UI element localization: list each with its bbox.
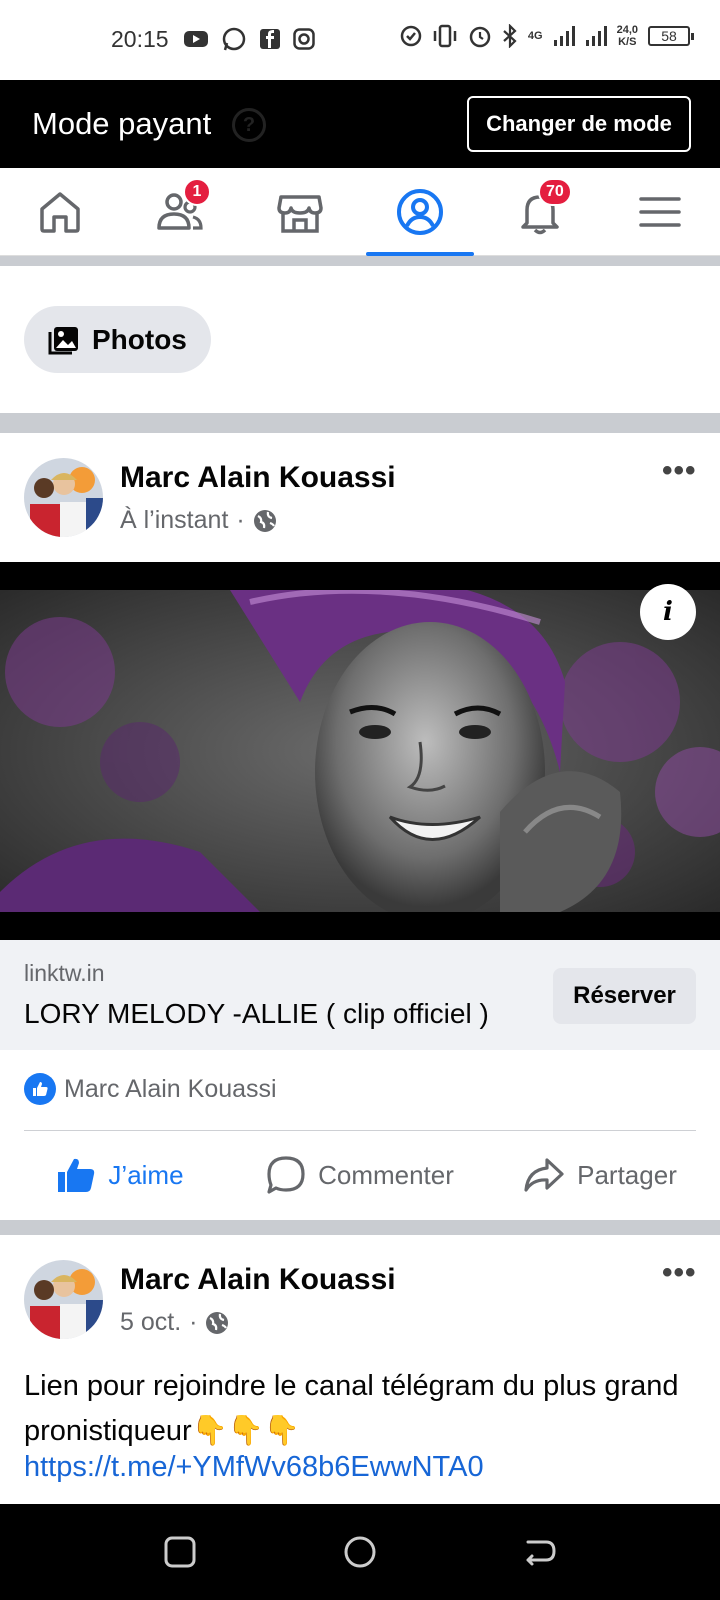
- bluetooth-icon: [503, 24, 517, 48]
- youtube-icon: [184, 31, 208, 47]
- status-time: 20:15: [111, 26, 169, 52]
- change-mode-button[interactable]: Changer de mode: [467, 96, 691, 152]
- friends-badge: 1: [183, 178, 211, 206]
- meta-separator: ·: [189, 1308, 198, 1336]
- net-speed: 24,0 K/S: [617, 24, 638, 48]
- link-preview[interactable]: linktw.in LORY MELODY -ALLIE ( clip offi…: [0, 940, 720, 1050]
- post-text: Lien pour rejoindre le canal télégram du…: [24, 1370, 679, 1447]
- home-icon: [40, 192, 80, 233]
- tab-bar: 1 70: [0, 168, 720, 256]
- video-thumbnail: [0, 562, 720, 940]
- globe-icon: [253, 509, 276, 532]
- reaction-names: Marc Alain Kouassi: [64, 1074, 277, 1103]
- tab-home[interactable]: [0, 168, 120, 256]
- ad-info-button[interactable]: i: [640, 584, 696, 640]
- link-title: LORY MELODY -ALLIE ( clip officiel ): [24, 998, 489, 1029]
- like-label: J’aime: [108, 1159, 184, 1190]
- instagram-icon: [293, 28, 315, 50]
- share-button[interactable]: Partager: [480, 1130, 720, 1220]
- tab-menu[interactable]: [600, 168, 720, 256]
- section-divider: [0, 256, 720, 266]
- net-speed-value: 24,0: [616, 24, 638, 36]
- home-nav-icon[interactable]: [340, 1532, 380, 1572]
- back-icon[interactable]: [520, 1532, 560, 1572]
- signal-2-icon: [585, 26, 607, 46]
- mode-title: Mode payant: [32, 106, 212, 141]
- network-type: 4G: [527, 30, 543, 42]
- author-avatar[interactable]: [24, 458, 103, 537]
- tab-notifications[interactable]: 70: [480, 168, 600, 256]
- thumbs-up-icon: [58, 1158, 95, 1192]
- section-divider: [0, 413, 720, 433]
- video-player[interactable]: [0, 562, 720, 940]
- reserve-button[interactable]: Réserver: [553, 968, 696, 1024]
- share-label: Partager: [577, 1159, 677, 1190]
- photos-label: Photos: [92, 323, 187, 355]
- link-domain: linktw.in: [24, 960, 105, 986]
- post-actions: J’aime Commenter Partager: [0, 1130, 720, 1220]
- author-avatar[interactable]: [24, 1260, 103, 1339]
- post-options-icon[interactable]: •••: [662, 1256, 697, 1290]
- vibrate-icon: [433, 24, 457, 48]
- marketplace-icon: [277, 195, 323, 233]
- post-time[interactable]: À l’instant: [120, 506, 228, 535]
- system-nav-bar: [0, 1504, 720, 1600]
- whatsapp-icon: [222, 27, 246, 51]
- author-name[interactable]: Marc Alain Kouassi: [120, 1263, 396, 1297]
- section-divider: [0, 1220, 720, 1235]
- post-options-icon[interactable]: •••: [662, 454, 697, 488]
- facebook-icon: [260, 29, 280, 49]
- post-meta: À l’instant ·: [120, 506, 277, 535]
- profile-icon: [397, 189, 443, 235]
- comment-label: Commenter: [318, 1159, 454, 1190]
- signal-icon: [553, 26, 575, 46]
- tab-profile[interactable]: [360, 168, 480, 256]
- author-name[interactable]: Marc Alain Kouassi: [120, 461, 396, 495]
- telegram-link[interactable]: https://t.me/+YMfWv68b6EwwNTA0: [24, 1451, 484, 1484]
- notifications-badge: 70: [538, 178, 572, 206]
- reaction-summary[interactable]: Marc Alain Kouassi: [24, 1073, 277, 1105]
- data-saver-icon: [400, 25, 422, 47]
- tab-marketplace[interactable]: [240, 168, 360, 256]
- comment-icon: [267, 1156, 305, 1194]
- alarm-icon: [469, 26, 491, 48]
- comment-button[interactable]: Commenter: [240, 1130, 480, 1220]
- recent-apps-icon[interactable]: [160, 1532, 200, 1572]
- like-button[interactable]: J’aime: [0, 1130, 240, 1220]
- system-indicators: 4G 24,0 K/S 58: [400, 24, 694, 48]
- post-meta: 5 oct. ·: [120, 1308, 229, 1337]
- help-icon[interactable]: ?: [232, 108, 266, 142]
- like-reaction-icon: [24, 1073, 56, 1105]
- post-time[interactable]: 5 oct.: [120, 1308, 181, 1337]
- mode-bar: Mode payant ? Changer de mode: [0, 80, 720, 168]
- net-speed-unit: K/S: [618, 36, 637, 48]
- photos-button[interactable]: Photos: [24, 306, 211, 373]
- hamburger-icon: [639, 197, 681, 227]
- notification-icons: [183, 26, 315, 52]
- meta-separator: ·: [236, 506, 245, 534]
- status-bar: 20:15 4G 24,0 K/S 58: [0, 0, 720, 80]
- photos-icon: [48, 326, 78, 354]
- tab-friends[interactable]: 1: [120, 168, 240, 256]
- globe-icon: [206, 1311, 229, 1334]
- battery-indicator: 58: [648, 26, 694, 46]
- share-icon: [524, 1158, 564, 1192]
